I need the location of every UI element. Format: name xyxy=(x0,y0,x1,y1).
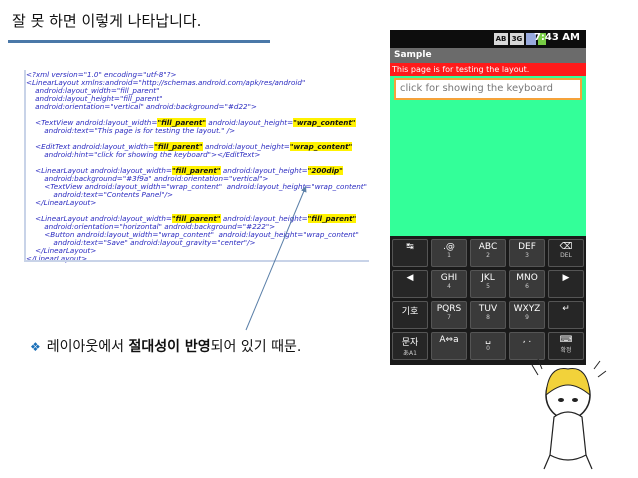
key-label: DEF xyxy=(518,242,536,252)
key-sublabel: 2 xyxy=(486,252,490,259)
key-sublabel: 6 xyxy=(525,283,529,290)
status-bar: AB 3G 7:43 AM xyxy=(390,30,586,48)
app-title-bar: Sample xyxy=(390,48,586,63)
bullet-suffix: 되어 있기 때문. xyxy=(210,339,302,355)
key-label: ⌨ xyxy=(559,335,573,345)
keyboard-edittext[interactable]: click for showing the keyboard xyxy=(394,78,582,100)
key-label: GHI xyxy=(440,273,458,283)
keyboard-key[interactable]: PQRS 7 xyxy=(431,301,467,329)
key-label: , . xyxy=(522,335,532,345)
cartoon-character xyxy=(531,358,607,470)
keyboard-key[interactable]: A⇔a xyxy=(431,332,467,360)
key-sublabel: 1 xyxy=(447,252,451,259)
status-clock: 7:43 AM xyxy=(533,32,580,43)
key-label: ↵ xyxy=(562,304,570,314)
keyboard-key[interactable]: GHI 4 xyxy=(431,270,467,298)
key-label: ␣ xyxy=(485,335,491,345)
status-icon-ab: AB xyxy=(494,33,508,45)
key-label: .@ xyxy=(443,242,455,252)
keyboard-key[interactable]: 기호 xyxy=(392,301,428,329)
bullet-note: ❖ 레이아웃에서 절대성이 반영되어 있기 때문. xyxy=(30,336,301,356)
keyboard-key[interactable]: WXYZ 9 xyxy=(509,301,545,329)
key-label: PQRS xyxy=(436,304,462,314)
bullet-bold: 절대성이 반영 xyxy=(128,339,211,355)
key-sublabel: 7 xyxy=(447,314,451,321)
key-sublabel: 8 xyxy=(486,314,490,321)
key-label: TUV xyxy=(478,304,498,314)
keyboard-key[interactable]: TUV 8 xyxy=(470,301,506,329)
phone-screenshot: AB 3G 7:43 AM Sample This page is for te… xyxy=(390,30,586,365)
red-textview: This page is for testing the layout. xyxy=(390,63,586,76)
key-label: MNO xyxy=(516,273,538,283)
key-label: JKL xyxy=(481,273,495,283)
key-label: ABC xyxy=(478,242,498,252)
key-sublabel: DEL xyxy=(560,252,572,259)
key-label: ◀ xyxy=(406,273,414,283)
key-sublabel: 5 xyxy=(486,283,490,290)
soft-keyboard: ↹ .@ 1 ABC 2 DEF 3 ⌫ DEL ◀ GHI 4 JKL 5 MNO 6 ▶ 기호 PQRS 7 TUV… xyxy=(390,236,586,365)
keyboard-key[interactable]: ↵ xyxy=(548,301,584,329)
key-sublabel: 9 xyxy=(525,314,529,321)
keyboard-key[interactable]: DEF 3 xyxy=(509,239,545,267)
key-label: 기호 xyxy=(401,307,419,317)
keyboard-key[interactable]: MNO 6 xyxy=(509,270,545,298)
status-icon-3g: 3G xyxy=(510,33,524,45)
keyboard-key[interactable]: ◀ xyxy=(392,270,428,298)
keyboard-key[interactable]: ▶ xyxy=(548,270,584,298)
key-label: ▶ xyxy=(562,273,570,283)
keyboard-key[interactable]: ↹ xyxy=(392,239,428,267)
key-label: WXYZ xyxy=(513,304,541,314)
key-sublabel: 3 xyxy=(525,252,529,259)
bullet-prefix: 레이아웃에서 xyxy=(46,339,129,355)
key-sublabel: 0 xyxy=(486,345,490,352)
keyboard-key[interactable]: ABC 2 xyxy=(470,239,506,267)
key-label: 문자 xyxy=(401,338,419,348)
keyboard-key[interactable]: ⌫ DEL xyxy=(548,239,584,267)
keyboard-key[interactable]: 문자 あA1 xyxy=(392,332,428,360)
green-content-panel xyxy=(390,76,586,236)
keyboard-key[interactable]: JKL 5 xyxy=(470,270,506,298)
keyboard-key[interactable]: .@ 1 xyxy=(431,239,467,267)
key-label: A⇔a xyxy=(439,335,459,345)
key-label: ↹ xyxy=(406,242,414,252)
key-sublabel: あA1 xyxy=(403,350,417,357)
keyboard-key[interactable]: ␣ 0 xyxy=(470,332,506,360)
key-label: ⌫ xyxy=(559,242,573,252)
bullet-icon: ❖ xyxy=(30,340,41,354)
key-sublabel: 확정 xyxy=(560,347,572,354)
key-sublabel: 4 xyxy=(447,283,451,290)
